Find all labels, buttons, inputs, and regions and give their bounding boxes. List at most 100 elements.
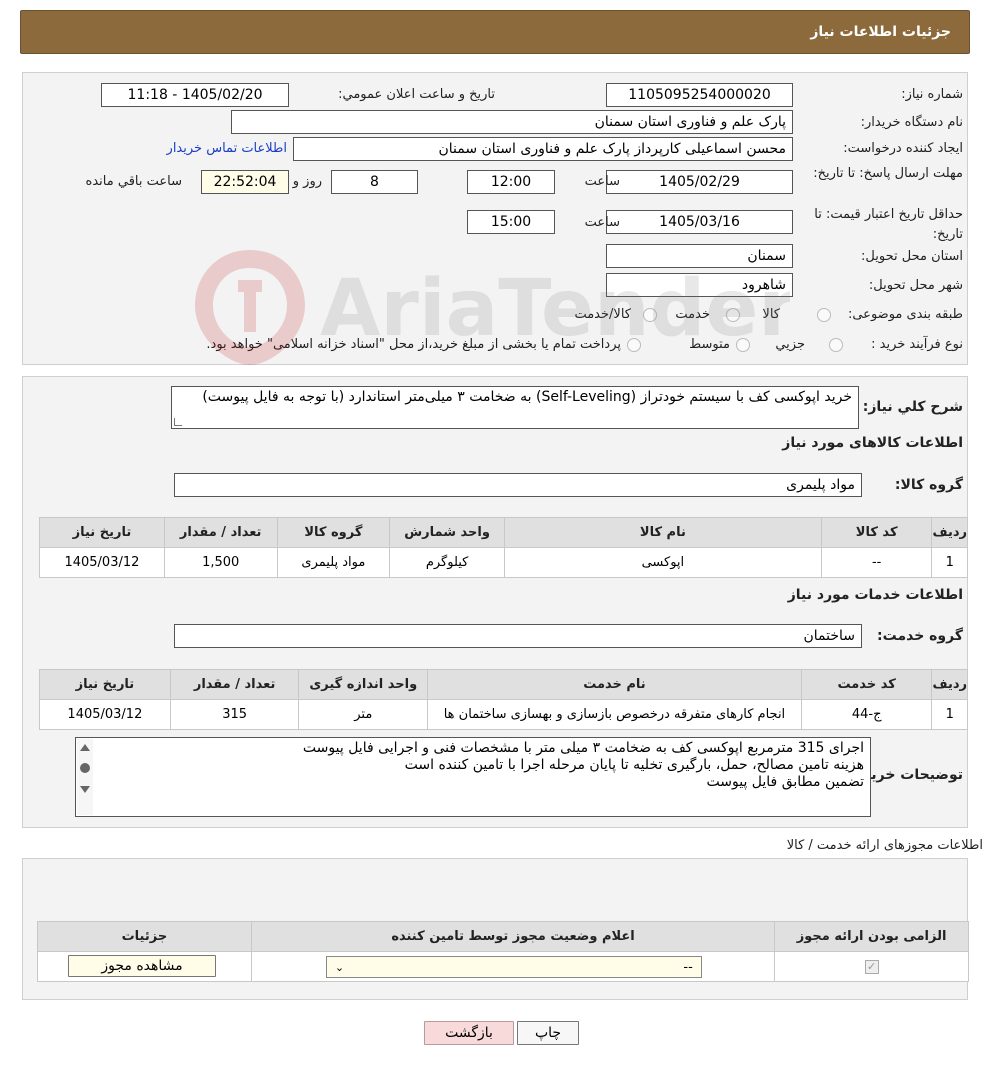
chevron-down-icon: ⌄ xyxy=(334,960,345,974)
purchase-radio-treasury[interactable] xyxy=(627,338,641,352)
category-option-goods: کالا xyxy=(762,307,780,322)
goods-cell-group: مواد پلیمری xyxy=(276,547,391,578)
deadline-date-field: 1405/02/29 xyxy=(606,170,793,194)
services-col-date: تاریخ نیاز xyxy=(39,669,171,700)
permits-col-details: جزئیات xyxy=(37,921,252,952)
purchase-option-medium: متوسط xyxy=(689,337,730,352)
category-option-goods-service: کالا/خدمت xyxy=(574,307,631,322)
services-col-name: نام خدمت xyxy=(427,669,802,700)
permits-cell-status: -- ⌄ xyxy=(250,951,776,982)
need-number-field: 1105095254000020 xyxy=(606,83,793,107)
permits-cell-details: مشاهده مجوز xyxy=(37,951,252,982)
goods-col-group: گروه کالا xyxy=(276,517,391,548)
buyer-contact-link[interactable]: اطلاعات تماس خریدار xyxy=(167,141,287,156)
description-text: خرید اپوکسی کف با سیستم خودتراز (Self-Le… xyxy=(202,389,852,405)
goods-col-date: تاریخ نیاز xyxy=(39,517,165,548)
back-button[interactable]: بازگشت xyxy=(424,1021,514,1045)
services-col-qty: تعداد / مقدار xyxy=(169,669,300,700)
goods-col-name: نام کالا xyxy=(503,517,822,548)
category-radio-goods-service[interactable] xyxy=(643,308,657,322)
services-table-header: ردیف کد خدمت نام خدمت واحد اندازه گیری ت… xyxy=(39,669,968,700)
scroll-up-icon[interactable] xyxy=(80,744,90,751)
goods-col-unit: واحد شمارش xyxy=(389,517,505,548)
buyer-notes-line-3: تضمین مطابق فایل پیوست xyxy=(706,774,864,790)
permits-col-status: اعلام وضعیت مجوز توسط تامین کننده xyxy=(250,921,776,952)
permits-table: الزامی بودن ارائه مجوز اعلام وضعیت مجوز … xyxy=(37,921,969,982)
goods-cell-date: 1405/03/12 xyxy=(39,547,165,578)
services-cell-unit: متر xyxy=(298,699,429,730)
permits-col-required: الزامی بودن ارائه مجوز xyxy=(774,921,969,952)
validity-time-label: ساعت xyxy=(584,215,620,230)
validity-date-field: 1405/03/16 xyxy=(606,210,793,234)
purchase-type-label: نوع فرآیند خرید : xyxy=(871,337,963,352)
requester-label: ایجاد کننده درخواست: xyxy=(843,141,963,156)
services-col-row: ردیف xyxy=(931,669,968,700)
category-radio-service[interactable] xyxy=(726,308,740,322)
goods-table: ردیف کد کالا نام کالا واحد شمارش گروه کا… xyxy=(39,517,968,578)
validity-time-field: 15:00 xyxy=(467,210,555,234)
goods-cell-name: اپوکسی xyxy=(503,547,822,578)
description-textarea[interactable]: خرید اپوکسی کف با سیستم خودتراز (Self-Le… xyxy=(171,386,859,429)
page-title: جزئیات اطلاعات نیاز xyxy=(810,24,951,40)
services-info-title: اطلاعات خدمات مورد نیاز xyxy=(787,587,963,603)
services-table: ردیف کد خدمت نام خدمت واحد اندازه گیری ت… xyxy=(39,669,968,730)
service-group-field: ساختمان xyxy=(174,624,862,648)
print-button[interactable]: چاپ xyxy=(517,1021,579,1045)
goods-cell-row: 1 xyxy=(931,547,968,578)
goods-table-header: ردیف کد کالا نام کالا واحد شمارش گروه کا… xyxy=(39,517,968,548)
table-row: 1 -- اپوکسی کیلوگرم مواد پلیمری 1,500 14… xyxy=(39,547,968,578)
permit-status-value: -- xyxy=(683,959,693,975)
deadline-time-field: 12:00 xyxy=(467,170,555,194)
services-cell-row: 1 xyxy=(931,699,968,730)
announce-datetime-label: تاریخ و ساعت اعلان عمومي: xyxy=(338,87,495,102)
goods-col-row: ردیف xyxy=(931,517,968,548)
scroll-down-icon[interactable] xyxy=(80,786,90,793)
permits-title: اطلاعات مجوزهای ارائه خدمت / کالا xyxy=(786,838,983,853)
services-cell-code: ج-44 xyxy=(800,699,933,730)
details-panel: شرح کلي نیاز: خرید اپوکسی کف با سیستم خو… xyxy=(22,376,968,828)
purchase-option-treasury: پرداخت تمام یا بخشی از مبلغ خرید،از محل … xyxy=(206,337,621,352)
permits-cell-required: ✓ xyxy=(774,951,969,982)
remaining-time-field: 22:52:04 xyxy=(201,170,289,194)
permits-panel: الزامی بودن ارائه مجوز اعلام وضعیت مجوز … xyxy=(22,858,969,1000)
buyer-notes-line-2: هزینه تامین مصالح، حمل، بارگیری تخلیه تا… xyxy=(404,757,864,773)
notes-scrollbar[interactable] xyxy=(77,739,93,815)
city-field: شاهرود xyxy=(606,273,793,297)
goods-cell-unit: کیلوگرم xyxy=(389,547,505,578)
service-group-label: گروه خدمت: xyxy=(877,628,963,644)
purchase-option-minor: جزیي xyxy=(775,337,805,352)
goods-group-label: گروه کالا: xyxy=(894,477,963,493)
goods-info-title: اطلاعات کالاهای مورد نیاز xyxy=(782,435,963,451)
purchase-radio-medium[interactable] xyxy=(736,338,750,352)
purchase-radio-minor[interactable] xyxy=(829,338,843,352)
category-label: طبقه بندی موضوعی: xyxy=(847,307,963,322)
buyer-org-field: پارک علم و فناوری استان سمنان xyxy=(231,110,793,134)
province-label: استان محل تحویل: xyxy=(861,249,963,264)
category-option-service: خدمت xyxy=(675,307,710,322)
scroll-thumb[interactable] xyxy=(80,763,90,773)
city-label: شهر محل تحویل: xyxy=(868,278,963,293)
category-radio-goods[interactable] xyxy=(817,308,831,322)
requester-field: محسن اسماعیلی کارپرداز پارک علم و فناوری… xyxy=(293,137,793,161)
need-number-label: شماره نیاز: xyxy=(901,87,963,102)
need-info-panel: شماره نیاز: 1105095254000020 تاریخ و ساع… xyxy=(22,72,968,365)
buyer-notes-line-1: اجرای 315 مترمربع اپوکسی کف به ضخامت ۳ م… xyxy=(302,740,864,756)
description-label: شرح کلي نیاز: xyxy=(862,399,963,415)
permit-required-checkbox[interactable]: ✓ xyxy=(864,959,879,974)
days-field: 8 xyxy=(331,170,418,194)
page-header: جزئیات اطلاعات نیاز xyxy=(20,10,970,54)
goods-col-qty: تعداد / مقدار xyxy=(163,517,278,548)
goods-cell-qty: 1,500 xyxy=(163,547,278,578)
deadline-time-label: ساعت xyxy=(584,174,620,189)
buyer-notes-textarea[interactable]: اجرای 315 مترمربع اپوکسی کف به ضخامت ۳ م… xyxy=(75,737,871,817)
services-col-unit: واحد اندازه گیری xyxy=(298,669,429,700)
deadline-label: مهلت ارسال پاسخ: تا تاریخ: xyxy=(813,166,963,181)
day-and-label: روز و xyxy=(292,174,322,189)
resize-grip-icon[interactable] xyxy=(174,418,182,426)
table-row: 1 ج-44 انجام کارهای متفرقه درخصوص بازساز… xyxy=(39,699,968,730)
services-cell-date: 1405/03/12 xyxy=(39,699,171,730)
services-cell-name: انجام کارهای متفرقه درخصوص بازسازی و بهس… xyxy=(427,699,802,730)
permit-status-select[interactable]: -- ⌄ xyxy=(325,956,702,978)
services-col-code: کد خدمت xyxy=(800,669,933,700)
view-permit-button[interactable]: مشاهده مجوز xyxy=(68,955,216,977)
